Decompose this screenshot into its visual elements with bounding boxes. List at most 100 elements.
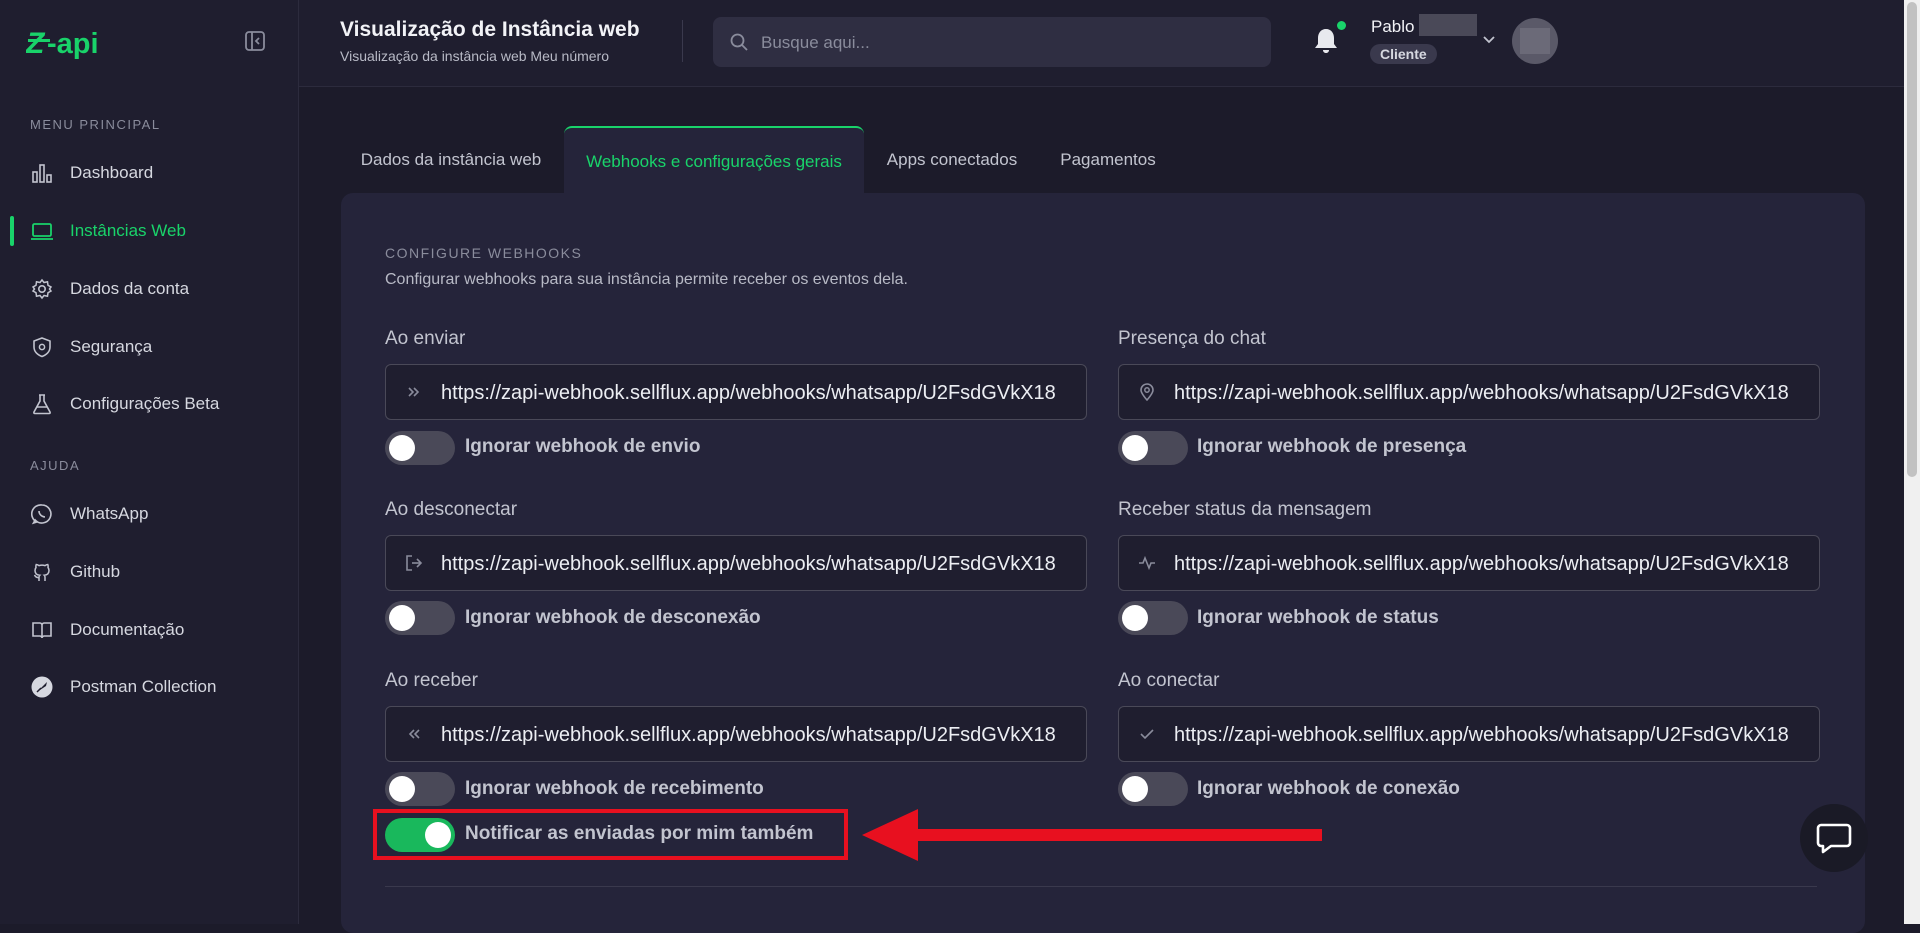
ignorar-conexao-toggle[interactable] [1118, 772, 1188, 806]
collapse-sidebar-button[interactable] [244, 30, 268, 54]
ao-receber-input[interactable] [439, 707, 1073, 763]
sidebar-item-label: WhatsApp [70, 504, 149, 523]
ao-enviar-label: Ao enviar [385, 328, 466, 349]
sidebar-item-label: Dashboard [70, 163, 154, 182]
gear-icon [30, 277, 54, 301]
page-subtitle: Visualização da instância web Meu número [340, 48, 610, 64]
search-icon [729, 32, 749, 57]
sidebar-item-seguranca[interactable]: Segurança [0, 324, 298, 370]
check-icon [1137, 724, 1157, 744]
ignorar-conexao-label: Ignorar webhook de conexão [1197, 778, 1460, 799]
double-chevron-left-icon [404, 724, 424, 744]
location-pin-icon [1137, 382, 1157, 402]
ignorar-desconexao-label: Ignorar webhook de desconexão [465, 607, 761, 628]
ao-conectar-input[interactable] [1172, 707, 1806, 763]
configure-webhooks-description: Configurar webhooks para sua instância p… [385, 271, 908, 288]
sidebar-item-dashboard[interactable]: Dashboard [0, 150, 298, 196]
ao-enviar-field [385, 364, 1087, 421]
sidebar-item-postman-collection[interactable]: Postman Collection [0, 664, 298, 710]
bell-icon [1315, 29, 1337, 53]
sidebar-item-label: Segurança [70, 337, 153, 356]
presenca-label: Presença do chat [1118, 328, 1266, 349]
flask-icon [30, 392, 54, 416]
ao-enviar-input[interactable] [439, 365, 1073, 421]
tab-webhooks-configuracoes[interactable]: Webhooks e configurações gerais [564, 126, 864, 196]
ignorar-envio-toggle[interactable] [385, 431, 455, 465]
sidebar-item-label: Github [70, 562, 121, 581]
presenca-input[interactable] [1172, 365, 1806, 421]
bar-chart-icon [30, 161, 54, 185]
status-label: Receber status da mensagem [1118, 499, 1372, 520]
book-icon [30, 618, 54, 642]
logo[interactable]: Z -api [26, 26, 134, 60]
status-field [1118, 535, 1820, 592]
ignorar-status-label: Ignorar webhook de status [1197, 607, 1439, 628]
sidebar: Z -api MENU PRINCIPAL Dashboard Instânci… [0, 0, 299, 924]
notification-indicator [1337, 21, 1346, 30]
svg-text:Z: Z [26, 27, 46, 60]
red-arrow-icon [862, 809, 1322, 861]
ignorar-envio-label: Ignorar webhook de envio [465, 436, 701, 457]
ignorar-status-toggle[interactable] [1118, 601, 1188, 635]
shield-icon [30, 335, 54, 359]
redacted-name [1419, 14, 1477, 36]
sidebar-item-label: Documentação [70, 620, 185, 639]
postman-icon [30, 675, 54, 699]
sidebar-item-dados-da-conta[interactable]: Dados da conta [0, 266, 298, 312]
chat-bubble-icon [1816, 823, 1852, 854]
sidebar-item-documentacao[interactable]: Documentação [0, 607, 298, 653]
sidebar-item-configuracoes-beta[interactable]: Configurações Beta [0, 381, 298, 427]
ao-receber-label: Ao receber [385, 670, 478, 691]
user-menu-toggle[interactable] [1482, 32, 1496, 50]
sidebar-collapse-icon [245, 31, 265, 51]
ignorar-presenca-toggle[interactable] [1118, 431, 1188, 465]
ao-receber-field [385, 706, 1087, 763]
sidebar-item-label: Configurações Beta [70, 394, 220, 413]
ignorar-recebimento-label: Ignorar webhook de recebimento [465, 778, 764, 799]
configure-webhooks-title: CONFIGURE WEBHOOKS [385, 245, 583, 261]
notifications-button[interactable] [1312, 26, 1342, 56]
ignorar-recebimento-toggle[interactable] [385, 772, 455, 806]
search-box[interactable] [713, 17, 1271, 69]
double-chevron-right-icon [404, 382, 424, 402]
ignorar-desconexao-toggle[interactable] [385, 601, 455, 635]
laptop-icon [30, 219, 54, 243]
ao-desconectar-field [385, 535, 1087, 592]
menu-principal-label: MENU PRINCIPAL [30, 117, 161, 132]
search-input[interactable] [759, 17, 1253, 69]
sidebar-item-instancias-web[interactable]: Instâncias Web [0, 208, 298, 254]
sidebar-item-label: Postman Collection [70, 677, 217, 696]
presenca-field [1118, 364, 1820, 421]
sidebar-item-label: Dados da conta [70, 279, 190, 298]
activity-icon [1137, 553, 1157, 573]
user-role-badge: Cliente [1370, 44, 1437, 64]
header-divider [682, 20, 683, 62]
chevron-down-icon [1483, 36, 1495, 44]
status-input[interactable] [1172, 536, 1806, 592]
logout-icon [404, 553, 424, 573]
top-header: Visualização de Instância web Visualizaç… [299, 0, 1904, 87]
tab-dados-da-instancia-web[interactable]: Dados da instância web [346, 126, 556, 194]
ao-conectar-label: Ao conectar [1118, 670, 1220, 691]
sidebar-item-github[interactable]: Github [0, 549, 298, 595]
ignorar-presenca-label: Ignorar webhook de presença [1197, 436, 1467, 457]
user-name: Pablo [1371, 17, 1415, 36]
ao-desconectar-label: Ao desconectar [385, 499, 518, 520]
sidebar-item-label: Instâncias Web [70, 221, 186, 240]
avatar-image [1520, 28, 1550, 54]
ajuda-label: AJUDA [30, 458, 81, 473]
chat-support-button[interactable] [1800, 804, 1868, 872]
sidebar-item-whatsapp[interactable]: WhatsApp [0, 491, 298, 537]
annotation-highlight-box [373, 809, 848, 860]
svg-text:-api: -api [47, 28, 99, 60]
page-title: Visualização de Instância web [340, 18, 640, 41]
annotation-arrow [862, 809, 1324, 866]
ao-desconectar-input[interactable] [439, 536, 1073, 592]
z-api-logo-icon: Z -api [26, 27, 99, 60]
tab-apps-conectados[interactable]: Apps conectados [872, 126, 1032, 194]
whatsapp-icon [30, 502, 54, 526]
ao-conectar-field [1118, 706, 1820, 763]
github-icon [30, 560, 54, 584]
scrollbar-thumb[interactable] [1907, 2, 1917, 477]
tab-pagamentos[interactable]: Pagamentos [1050, 126, 1166, 194]
